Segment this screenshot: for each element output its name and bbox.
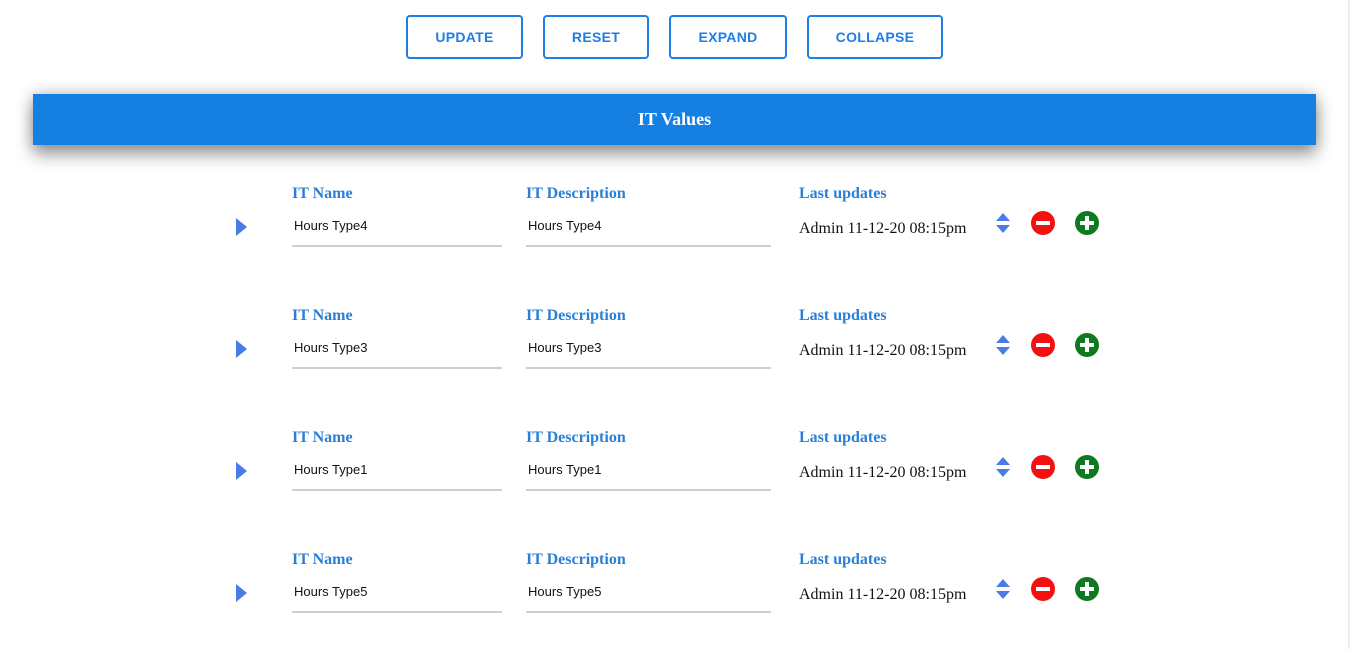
it-name-input[interactable] (292, 573, 504, 609)
it-name-label: IT Name (292, 429, 353, 446)
last-updates-label: Last updates (799, 307, 887, 324)
panel-title: IT Values (637, 109, 712, 129)
sort-icon[interactable] (995, 578, 1011, 600)
it-name-input[interactable] (292, 207, 504, 243)
plus-circle-icon[interactable] (1075, 211, 1099, 235)
it-description-input[interactable] (526, 451, 773, 487)
it-description-field (526, 329, 773, 369)
it-description-input[interactable] (526, 207, 773, 243)
it-description-label: IT Description (526, 185, 626, 202)
it-name-field (292, 329, 504, 369)
caret-right-icon[interactable] (236, 218, 247, 236)
plus-circle-icon[interactable] (1075, 333, 1099, 357)
minus-circle-icon[interactable] (1031, 577, 1055, 601)
sort-icon[interactable] (995, 456, 1011, 478)
it-name-field (292, 451, 504, 491)
last-updates-label: Last updates (799, 551, 887, 568)
minus-circle-icon[interactable] (1031, 455, 1055, 479)
it-description-field (526, 573, 773, 613)
caret-right-icon[interactable] (236, 462, 247, 480)
table-row: IT Name IT Description Last updates Admi… (0, 185, 1350, 307)
table-row: IT Name IT Description Last updates Admi… (0, 551, 1350, 649)
it-description-field (526, 207, 773, 247)
it-name-label: IT Name (292, 307, 353, 324)
last-updated-value: Admin 11-12-20 08:15pm (799, 464, 967, 481)
toolbar: UPDATE RESET EXPAND COLLAPSE (0, 15, 1350, 59)
caret-right-icon[interactable] (236, 340, 247, 358)
reset-button[interactable]: RESET (543, 15, 649, 59)
minus-circle-icon[interactable] (1031, 211, 1055, 235)
it-description-label: IT Description (526, 551, 626, 568)
last-updates-label: Last updates (799, 429, 887, 446)
it-description-label: IT Description (526, 307, 626, 324)
it-description-field (526, 451, 773, 491)
collapse-button[interactable]: COLLAPSE (807, 15, 943, 59)
sort-icon[interactable] (995, 212, 1011, 234)
it-description-label: IT Description (526, 429, 626, 446)
table-row: IT Name IT Description Last updates Admi… (0, 429, 1350, 551)
update-button[interactable]: UPDATE (406, 15, 523, 59)
it-description-input[interactable] (526, 329, 773, 365)
it-name-input[interactable] (292, 451, 504, 487)
it-name-field (292, 207, 504, 247)
it-description-input[interactable] (526, 573, 773, 609)
caret-right-icon[interactable] (236, 584, 247, 602)
expand-button[interactable]: EXPAND (669, 15, 787, 59)
plus-circle-icon[interactable] (1075, 455, 1099, 479)
it-name-input[interactable] (292, 329, 504, 365)
table-row: IT Name IT Description Last updates Admi… (0, 307, 1350, 429)
sort-icon[interactable] (995, 334, 1011, 356)
panel-header: IT Values (33, 94, 1316, 145)
last-updated-value: Admin 11-12-20 08:15pm (799, 220, 967, 237)
last-updated-value: Admin 11-12-20 08:15pm (799, 586, 967, 603)
plus-circle-icon[interactable] (1075, 577, 1099, 601)
it-name-field (292, 573, 504, 613)
it-name-label: IT Name (292, 185, 353, 202)
last-updated-value: Admin 11-12-20 08:15pm (799, 342, 967, 359)
last-updates-label: Last updates (799, 185, 887, 202)
it-name-label: IT Name (292, 551, 353, 568)
minus-circle-icon[interactable] (1031, 333, 1055, 357)
